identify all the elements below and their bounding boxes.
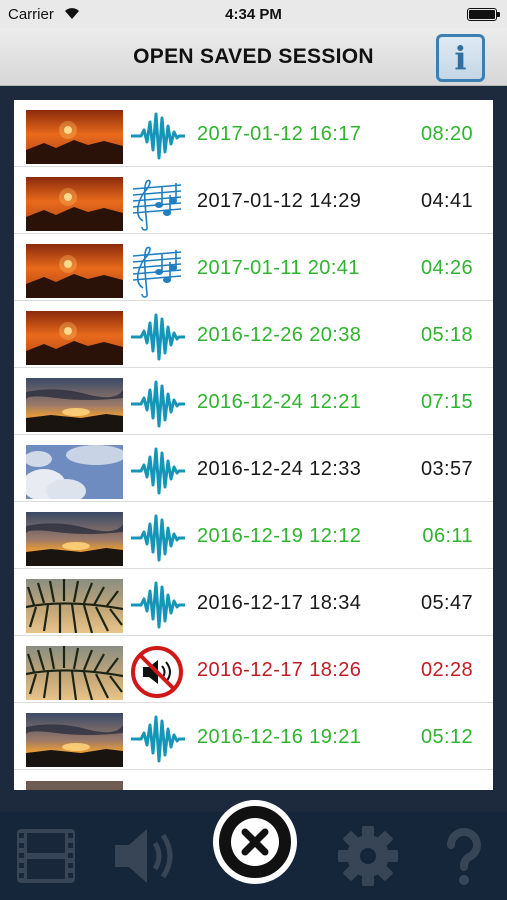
sunset-thumbnail (26, 110, 123, 164)
session-list[interactable]: 2017-01-12 16:17 08:20 2017-01-12 14:29 … (14, 100, 493, 790)
clock: 4:34 PM (225, 6, 282, 23)
session-duration: 05:12 (420, 726, 473, 748)
session-datetime: 2016-12-17 18:26 (197, 659, 362, 681)
session-datetime: 2017-01-11 20:41 (197, 257, 360, 279)
partial-row (14, 778, 493, 790)
session-datetime: 2017-01-12 14:29 (197, 190, 362, 212)
close-icon (231, 818, 279, 866)
session-row[interactable]: 2017-01-12 14:29 04:41 (14, 167, 493, 234)
tab-audio[interactable] (104, 820, 184, 892)
sunset-thumbnail (26, 244, 123, 298)
session-duration: 05:18 (420, 324, 473, 346)
session-row[interactable]: 2016-12-17 18:34 05:47 (14, 569, 493, 636)
session-datetime: 2016-12-24 12:33 (197, 458, 362, 480)
waveform-icon (129, 510, 185, 566)
tab-settings[interactable] (328, 820, 408, 892)
waveform-icon (129, 108, 185, 164)
session-datetime: 2016-12-24 12:21 (197, 391, 362, 413)
session-duration: 02:28 (420, 659, 473, 681)
session-row[interactable]: 2016-12-24 12:21 07:15 (14, 368, 493, 435)
muted-speaker-icon (129, 644, 185, 700)
session-row[interactable]: 2017-01-12 16:17 08:20 (14, 100, 493, 167)
session-row[interactable]: 2017-01-11 20:41 04:26 (14, 234, 493, 301)
header: OPEN SAVED SESSION i (0, 28, 507, 86)
dusk-clouds-thumbnail (26, 713, 123, 767)
session-duration: 04:26 (420, 257, 473, 279)
info-icon: i (454, 39, 467, 77)
status-bar: Carrier 4:34 PM (0, 0, 507, 28)
help-icon (447, 828, 481, 885)
sunset-thumbnail (26, 177, 123, 231)
palm-frond-thumbnail (26, 579, 123, 633)
dusk-clouds-thumbnail (26, 378, 123, 432)
session-datetime: 2016-12-26 20:38 (197, 324, 362, 346)
session-row[interactable]: 2016-12-19 12:12 06:11 (14, 502, 493, 569)
session-datetime: 2017-01-12 16:17 (197, 123, 362, 145)
session-row[interactable]: 2016-12-17 18:26 02:28 (14, 636, 493, 703)
session-datetime: 2016-12-19 12:12 (197, 525, 362, 547)
session-row[interactable]: 2016-12-26 20:38 05:18 (14, 301, 493, 368)
session-datetime: 2016-12-16 19:21 (197, 726, 362, 748)
dusk-clouds-thumbnail (26, 512, 123, 566)
waveform-icon (129, 309, 185, 365)
session-duration: 07:15 (420, 391, 473, 413)
close-button[interactable] (213, 800, 297, 884)
music-notes-icon (129, 175, 185, 231)
waveform-icon (129, 443, 185, 499)
session-duration: 08:20 (420, 123, 473, 145)
waveform-icon (129, 376, 185, 432)
speaker-icon (115, 829, 173, 883)
session-duration: 04:41 (420, 190, 473, 212)
info-button[interactable]: i (436, 34, 485, 82)
waveform-icon (129, 711, 185, 767)
film-strip-icon (17, 829, 75, 883)
tab-help[interactable] (424, 820, 504, 892)
session-row[interactable]: 2016-12-24 12:33 03:57 (14, 435, 493, 502)
page-title: OPEN SAVED SESSION (133, 45, 374, 68)
session-duration: 05:47 (420, 592, 473, 614)
palm-frond-thumbnail (26, 646, 123, 700)
waveform-icon (129, 577, 185, 633)
sunset-thumbnail (26, 311, 123, 365)
tab-video[interactable] (6, 820, 86, 892)
battery-icon (467, 8, 500, 21)
session-duration: 03:57 (420, 458, 473, 480)
session-duration: 06:11 (422, 525, 473, 547)
blue-sky-clouds-thumbnail (26, 445, 123, 499)
music-notes-icon (129, 242, 185, 298)
session-datetime: 2016-12-17 18:34 (197, 592, 362, 614)
gear-icon (338, 826, 398, 886)
session-row[interactable]: 2016-12-16 19:21 05:12 (14, 703, 493, 770)
